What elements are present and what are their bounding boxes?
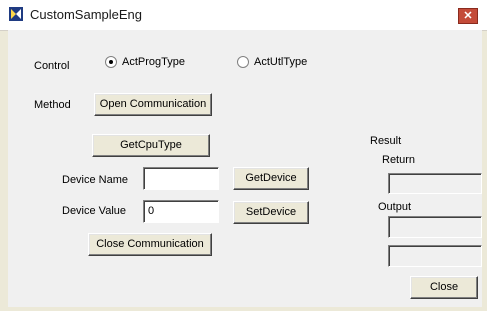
result-label: Result (370, 135, 402, 147)
set-device-button[interactable]: SetDevice (233, 201, 309, 224)
get-device-button[interactable]: GetDevice (233, 167, 309, 190)
window-title: CustomSampleEng (30, 7, 142, 22)
output-field-1 (388, 216, 482, 238)
radio-actutltype[interactable] (237, 56, 249, 68)
get-cpu-type-button[interactable]: GetCpuType (92, 134, 210, 157)
device-name-input[interactable] (143, 167, 219, 190)
open-communication-button[interactable]: Open Communication (94, 93, 212, 116)
dialog-body: Control ActProgType ActUtlType Method Op… (8, 30, 482, 307)
close-button[interactable]: Close (410, 276, 478, 299)
radio-actprogtype[interactable] (105, 56, 117, 68)
return-label: Return (382, 154, 416, 166)
title-bar[interactable]: CustomSampleEng ✕ (0, 0, 487, 31)
device-name-label: Device Name (62, 174, 129, 186)
app-window: CustomSampleEng ✕ Control ActProgType Ac… (0, 0, 487, 311)
output-label: Output (378, 201, 412, 213)
device-value-label: Device Value (62, 205, 126, 217)
return-field (388, 173, 482, 194)
app-icon (9, 7, 23, 21)
method-label: Method (34, 99, 71, 111)
close-communication-button[interactable]: Close Communication (88, 233, 212, 256)
radio-actutltype-label[interactable]: ActUtlType (254, 56, 307, 68)
device-value-input[interactable]: 0 (143, 200, 219, 223)
radio-actprogtype-label[interactable]: ActProgType (122, 56, 185, 68)
control-label: Control (34, 60, 70, 72)
close-icon[interactable]: ✕ (458, 8, 478, 24)
output-field-2 (388, 245, 482, 267)
